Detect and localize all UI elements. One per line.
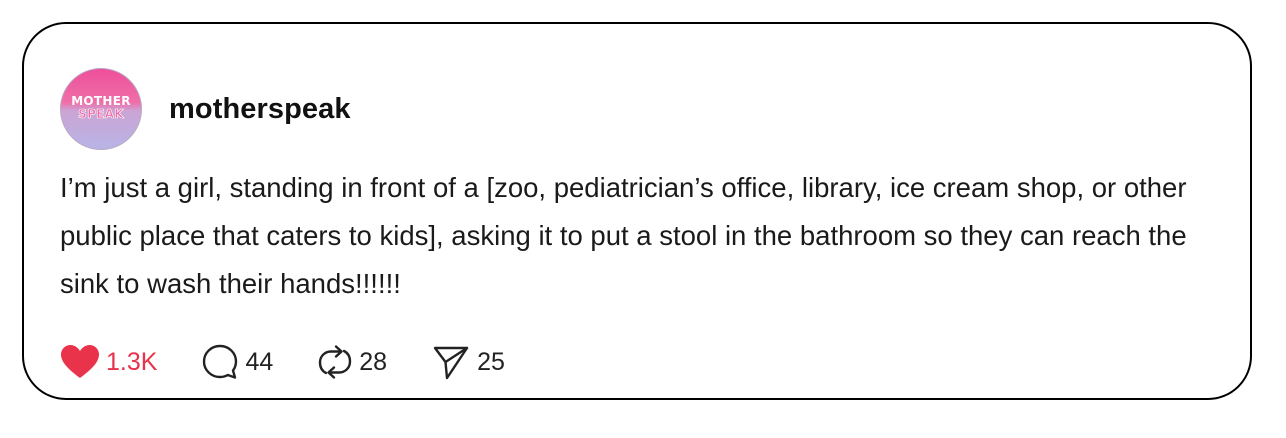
- avatar-logo-line2: SPEAK: [78, 107, 124, 121]
- like-count: 1.3K: [106, 347, 158, 376]
- repost-button[interactable]: 28: [317, 343, 387, 381]
- repost-icon: [317, 343, 353, 381]
- action-bar: 1.3K 44 28 25: [60, 342, 549, 382]
- post-card: MOTHER SPEAK motherspeak I’m just a girl…: [22, 22, 1252, 400]
- repost-count: 28: [359, 347, 388, 376]
- comment-button[interactable]: 44: [201, 343, 273, 381]
- avatar[interactable]: MOTHER SPEAK: [60, 68, 142, 150]
- share-count: 25: [477, 347, 505, 376]
- like-button[interactable]: 1.3K: [60, 344, 157, 380]
- post-header: MOTHER SPEAK motherspeak: [60, 68, 351, 150]
- comment-icon: [201, 343, 239, 381]
- share-button[interactable]: 25: [431, 343, 505, 381]
- send-icon: [431, 343, 471, 381]
- avatar-logo: MOTHER SPEAK: [61, 95, 141, 121]
- post-text: I’m just a girl, standing in front of a …: [60, 172, 1187, 299]
- comment-count: 44: [245, 347, 274, 376]
- heart-icon: [60, 344, 100, 380]
- username[interactable]: motherspeak: [169, 93, 351, 126]
